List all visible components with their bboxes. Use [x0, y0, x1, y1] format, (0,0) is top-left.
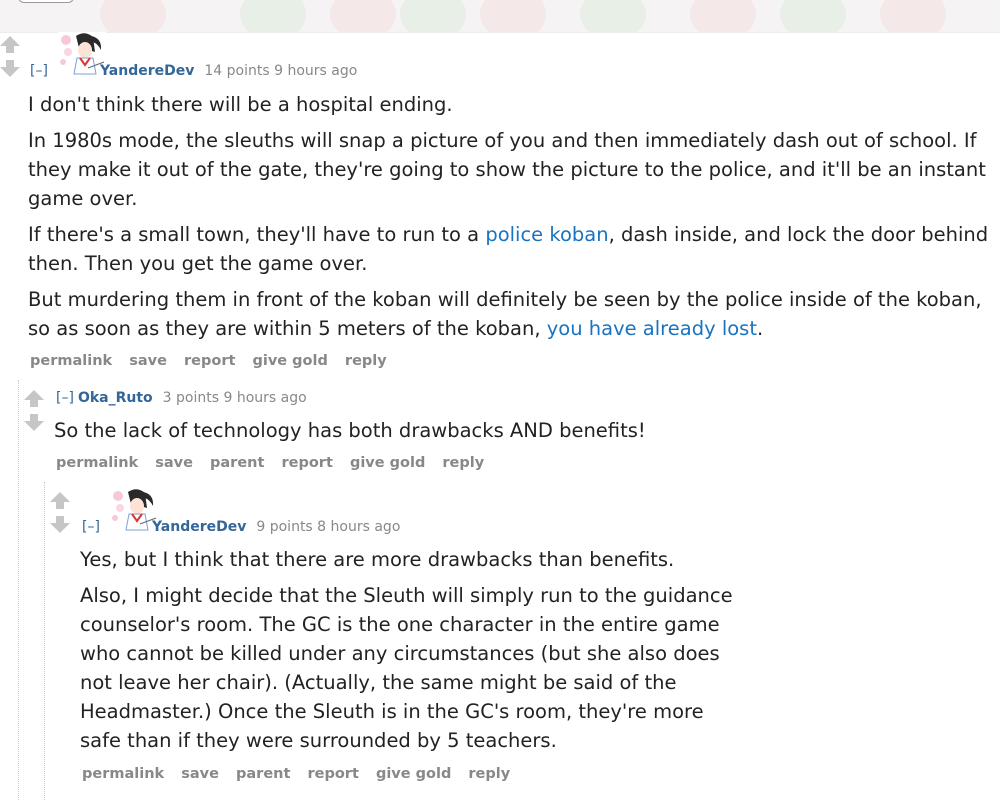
comment-body: Yes, but I think that there are more dra…: [80, 545, 745, 762]
give-gold-button[interactable]: give gold: [252, 353, 327, 369]
save-button[interactable]: save: [155, 455, 193, 471]
permalink-button[interactable]: permalink: [30, 353, 112, 369]
parent-button[interactable]: parent: [210, 455, 264, 471]
report-button[interactable]: report: [281, 455, 332, 471]
score-and-time: 14 points 9 hours ago: [204, 63, 358, 79]
comment-paragraph: If there's a small town, they'll have to…: [28, 223, 989, 275]
give-gold-button[interactable]: give gold: [376, 766, 451, 782]
vote-box: [50, 492, 70, 534]
report-button[interactable]: report: [307, 766, 358, 782]
comment-body: I don't think there will be a hospital e…: [28, 90, 1000, 350]
comment-thread: [–] YandereDev 14 points 9 hours ago I don…: [0, 0, 1000, 800]
comment-tagline: [–] YandereDev 9 points 8 hours ago: [82, 518, 400, 536]
reply-button[interactable]: reply: [442, 455, 484, 471]
report-button[interactable]: report: [184, 353, 235, 369]
police-koban-link[interactable]: police koban: [485, 223, 608, 246]
collapse-toggle[interactable]: [–]: [30, 63, 48, 79]
upvote-arrow-icon[interactable]: [0, 36, 20, 53]
reply-button[interactable]: reply: [345, 353, 387, 369]
comment-paragraph: Yes, but I think that there are more dra…: [80, 548, 675, 571]
downvote-arrow-icon[interactable]: [0, 60, 20, 77]
comment-tagline: [–] YandereDev 14 points 9 hours ago: [30, 62, 357, 80]
downvote-arrow-icon[interactable]: [50, 516, 70, 533]
upvote-arrow-icon[interactable]: [24, 390, 44, 407]
author-link[interactable]: YandereDev: [100, 63, 194, 79]
vote-box: [24, 390, 44, 432]
permalink-button[interactable]: permalink: [56, 455, 138, 471]
comment-paragraph: But murdering them in front of the koban…: [28, 288, 982, 340]
permalink-button[interactable]: permalink: [82, 766, 164, 782]
already-lost-link[interactable]: you have already lost: [547, 317, 757, 340]
child-thread-line: [18, 380, 19, 800]
comment-buttons: permalink save report give gold reply: [30, 353, 399, 369]
give-gold-button[interactable]: give gold: [350, 455, 425, 471]
comment-buttons: permalink save parent report give gold r…: [56, 455, 496, 471]
collapse-toggle[interactable]: [–]: [56, 390, 74, 406]
comment-paragraph: I don't think there will be a hospital e…: [28, 93, 453, 116]
comment-body: So the lack of technology has both drawb…: [54, 416, 954, 452]
comment-paragraph: Also, I might decide that the Sleuth wil…: [80, 584, 733, 752]
author-link[interactable]: Oka_Ruto: [78, 390, 153, 406]
save-button[interactable]: save: [129, 353, 167, 369]
comment-buttons: permalink save parent report give gold r…: [82, 766, 522, 782]
reply-button[interactable]: reply: [468, 766, 510, 782]
child-thread-line: [44, 482, 45, 800]
upvote-arrow-icon[interactable]: [50, 492, 70, 509]
downvote-arrow-icon[interactable]: [24, 414, 44, 431]
score-and-time: 3 points 9 hours ago: [162, 390, 307, 406]
collapse-toggle[interactable]: [–]: [82, 519, 100, 535]
comment-paragraph: In 1980s mode, the sleuths will snap a p…: [28, 129, 986, 210]
vote-box: [0, 36, 20, 78]
score-and-time: 9 points 8 hours ago: [256, 519, 401, 535]
author-link[interactable]: YandereDev: [152, 519, 246, 535]
parent-button[interactable]: parent: [236, 766, 290, 782]
comment-tagline: [–] Oka_Ruto 3 points 9 hours ago: [56, 389, 307, 407]
save-button[interactable]: save: [181, 766, 219, 782]
comment-paragraph: So the lack of technology has both drawb…: [54, 419, 646, 442]
